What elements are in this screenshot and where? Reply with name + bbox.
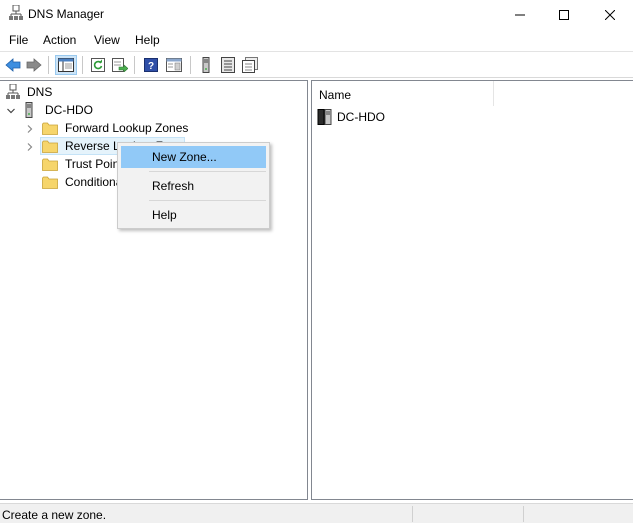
dns-manager-icon — [9, 5, 23, 20]
tree-item-label: DNS — [27, 85, 53, 99]
back-icon — [5, 58, 21, 72]
forward-icon — [26, 58, 42, 72]
dns-icon — [6, 84, 20, 99]
properties-icon — [166, 58, 182, 72]
toolbar: ? — [0, 51, 633, 78]
context-menu-item-label: New Zone... — [152, 150, 217, 164]
context-menu-item-label: Refresh — [152, 179, 195, 193]
chevron-right-icon[interactable] — [25, 124, 35, 134]
context-menu-help[interactable]: Help — [121, 204, 266, 226]
export-list-button[interactable] — [110, 55, 130, 75]
detail-view-icon — [242, 57, 258, 73]
folder-icon — [42, 158, 58, 171]
chevron-down-icon[interactable] — [6, 106, 16, 116]
list-item-label: DC-HDO — [337, 110, 385, 124]
server-icon — [317, 109, 332, 125]
chevron-right-icon[interactable] — [25, 142, 35, 152]
context-menu-separator — [149, 200, 266, 201]
maximize-icon — [559, 9, 569, 20]
window-title: DNS Manager — [28, 7, 105, 21]
tree-item-label: Forward Lookup Zones — [65, 121, 189, 135]
folder-icon — [42, 122, 58, 135]
server-button[interactable] — [196, 55, 216, 75]
context-menu-item-label: Help — [152, 208, 177, 222]
back-button[interactable] — [3, 55, 23, 75]
tree-item-dns[interactable]: DNS — [6, 83, 54, 101]
refresh-button[interactable] — [88, 55, 108, 75]
server-icon — [202, 57, 210, 73]
close-button[interactable] — [587, 0, 633, 29]
tree-item-server[interactable]: DC-HDO — [24, 101, 95, 119]
list-item[interactable]: DC-HDO — [317, 108, 387, 126]
menu-help[interactable]: Help — [135, 33, 160, 47]
folder-icon — [42, 176, 58, 189]
detail-view-button[interactable] — [240, 55, 260, 75]
menu-file[interactable]: File — [9, 33, 28, 47]
minimize-button[interactable] — [497, 0, 543, 29]
context-menu: New Zone... Refresh Help — [117, 142, 270, 229]
column-header-label: Name — [319, 88, 352, 102]
results-panel[interactable]: Name DC-HDO — [311, 80, 633, 500]
server-icon — [25, 102, 33, 118]
status-bar: Create a new zone. — [0, 503, 633, 523]
column-header-name[interactable]: Name — [312, 81, 494, 106]
show-hide-console-tree-icon — [58, 58, 74, 72]
menu-view[interactable]: View — [94, 33, 120, 47]
help-button[interactable]: ? — [141, 55, 161, 75]
status-divider — [523, 506, 524, 522]
svg-text:?: ? — [148, 61, 154, 72]
tree-item-label: DC-HDO — [45, 103, 93, 117]
menu-bar: File Action View Help — [0, 30, 633, 50]
tree-item-forward-lookup-zones[interactable]: Forward Lookup Zones — [42, 119, 190, 137]
title-bar: DNS Manager — [0, 0, 633, 29]
help-icon: ? — [144, 58, 158, 72]
minimize-icon — [515, 14, 525, 15]
close-icon — [605, 9, 615, 20]
list-view-button[interactable] — [218, 55, 238, 75]
maximize-button[interactable] — [541, 0, 587, 29]
list-view-icon — [221, 57, 235, 73]
menu-action[interactable]: Action — [43, 33, 76, 47]
status-divider — [412, 506, 413, 522]
properties-button[interactable] — [164, 55, 184, 75]
column-header-empty — [494, 81, 633, 106]
export-list-icon — [112, 58, 128, 72]
context-menu-separator — [149, 171, 266, 172]
status-text: Create a new zone. — [2, 508, 107, 522]
folder-icon — [42, 140, 58, 153]
context-menu-refresh[interactable]: Refresh — [121, 175, 266, 197]
forward-button[interactable] — [24, 55, 44, 75]
refresh-icon — [91, 58, 105, 72]
show-hide-console-tree-button[interactable] — [55, 55, 77, 75]
context-menu-new-zone[interactable]: New Zone... — [121, 146, 266, 168]
